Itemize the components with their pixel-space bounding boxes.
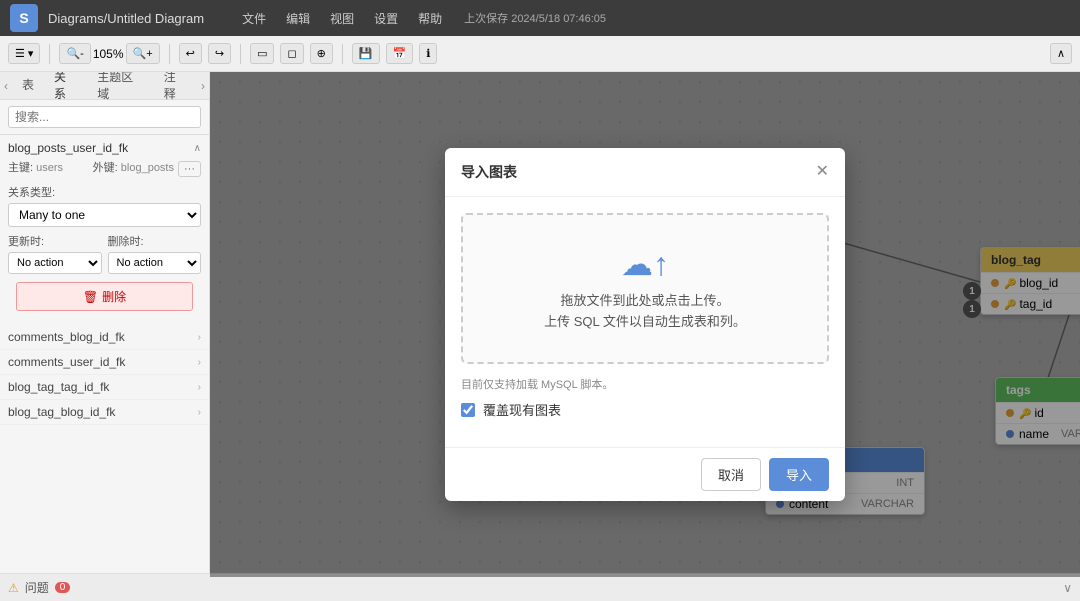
sidebar-search-container (0, 100, 209, 135)
chevron-down-icon-2: › (198, 382, 201, 393)
zoom-in-btn[interactable]: 🔍+ (126, 43, 160, 64)
upload-cloud-icon: ☁↑ (493, 245, 797, 283)
toolbar: ☰ ▾ 🔍- 105% 🔍+ ↩ ↪ ▭ ◻ ⊕ 💾 📅 ℹ ∧ (0, 36, 1080, 72)
fk-name: blog_posts_user_id_fk (8, 141, 128, 155)
fk-list-item-name-0: comments_blog_id_fk (8, 330, 125, 344)
overwrite-label: 覆盖现有图表 (483, 400, 561, 419)
fk-collapse-btn[interactable]: ∧ (194, 143, 201, 154)
fk-list-item-2[interactable]: blog_tag_tag_id_fk › (0, 375, 209, 400)
modal-body: ☁↑ 拖放文件到此处或点击上传。 上传 SQL 文件以自动生成表和列。 目前仅支… (445, 197, 845, 448)
main-layout: ‹ 表 关系 主题区域 注释 › blog_posts_user_id_fk ∧… (0, 72, 1080, 577)
update-label: 更新时: (8, 233, 102, 249)
fk-foreign-label: 外键: blog_posts (93, 159, 174, 175)
update-action-col: 更新时: No action (8, 233, 102, 274)
fk-keys-row: 主键: users 外键: blog_posts ··· (8, 159, 201, 178)
cancel-btn[interactable]: 取消 (701, 458, 761, 491)
import-modal: 导入图表 ✕ ☁↑ 拖放文件到此处或点击上传。 上传 SQL 文件以自动生成表和… (445, 148, 845, 502)
fk-list-item-3[interactable]: blog_tag_blog_id_fk › (0, 400, 209, 425)
bottom-expand-btn[interactable]: ∨ (1063, 581, 1072, 595)
separator-1 (49, 44, 50, 64)
menu-file[interactable]: 文件 (234, 8, 274, 29)
action-row: 更新时: No action 删除时: No action (8, 233, 201, 274)
app-logo: S (10, 4, 38, 32)
undo-btn[interactable]: ↩ (179, 43, 202, 64)
issue-count-badge: 0 (55, 582, 71, 593)
info-btn[interactable]: ℹ (419, 43, 437, 64)
zoom-control: 🔍- 105% 🔍+ (59, 43, 159, 64)
more-options-btn[interactable]: ··· (178, 161, 201, 177)
relation-type-label: 关系类型: (8, 184, 201, 200)
view-toggle-btn[interactable]: ☰ ▾ (8, 43, 40, 64)
fk-primary-label: 主键: users (8, 159, 63, 175)
add-btn[interactable]: ⊕ (310, 43, 333, 64)
modal-overlay: 导入图表 ✕ ☁↑ 拖放文件到此处或点击上传。 上传 SQL 文件以自动生成表和… (210, 72, 1080, 577)
sidebar-tabs: ‹ 表 关系 主题区域 注释 › (0, 72, 209, 100)
chevron-down-icon-3: › (198, 407, 201, 418)
canvas-area[interactable]: blog_posts 🔑id INT user_id INT title VAR… (210, 72, 1080, 577)
issue-label: 问题 (25, 579, 49, 596)
zoom-out-btn[interactable]: 🔍- (59, 43, 90, 64)
delete-action-col: 删除时: No action (108, 233, 202, 274)
upload-support-text: 目前仅支持加载 MySQL 脚本。 (461, 376, 829, 392)
fk-list-item-name-2: blog_tag_tag_id_fk (8, 380, 109, 394)
menu-edit[interactable]: 编辑 (278, 8, 318, 29)
fk-list: comments_blog_id_fk › comments_user_id_f… (0, 325, 209, 425)
bottom-bar: ⚠ 问题 0 ∨ (0, 573, 1080, 601)
separator-4 (342, 44, 343, 64)
upload-zone[interactable]: ☁↑ 拖放文件到此处或点击上传。 上传 SQL 文件以自动生成表和列。 (461, 213, 829, 365)
modal-footer: 取消 导入 (445, 447, 845, 501)
view-btn[interactable]: ◻ (280, 43, 303, 64)
import-btn[interactable]: 导入 (769, 458, 829, 491)
breadcrumb: Diagrams/Untitled Diagram (48, 11, 204, 26)
sidebar-arrow-left[interactable]: ‹ (0, 79, 12, 93)
search-input[interactable] (8, 106, 201, 128)
fk-list-item-0[interactable]: comments_blog_id_fk › (0, 325, 209, 350)
chevron-down-icon-1: › (198, 357, 201, 368)
trash-icon: 🗑 (83, 290, 98, 304)
overwrite-checkbox-row: 覆盖现有图表 (461, 400, 829, 419)
upload-text-line1: 拖放文件到此处或点击上传。 (493, 291, 797, 312)
menu-view[interactable]: 视图 (322, 8, 362, 29)
update-action-select[interactable]: No action (8, 252, 102, 274)
last-saved: 上次保存 2024/5/18 07:46:05 (464, 10, 606, 26)
modal-header: 导入图表 ✕ (445, 148, 845, 197)
delete-fk-btn[interactable]: 🗑 删除 (16, 282, 193, 311)
active-fk-section: blog_posts_user_id_fk ∧ 主键: users 外键: bl… (0, 135, 209, 325)
title-bar: S Diagrams/Untitled Diagram 文件 编辑 视图 设置 … (0, 0, 1080, 36)
table-btn[interactable]: ▭ (250, 43, 274, 64)
relation-type-select[interactable]: Many to one (8, 203, 201, 227)
sidebar: ‹ 表 关系 主题区域 注释 › blog_posts_user_id_fk ∧… (0, 72, 210, 577)
menu-help[interactable]: 帮助 (410, 8, 450, 29)
fk-title-row: blog_posts_user_id_fk ∧ (8, 141, 201, 155)
menu-settings[interactable]: 设置 (366, 8, 406, 29)
separator-2 (169, 44, 170, 64)
modal-title: 导入图表 (461, 162, 517, 182)
fk-list-item-name-1: comments_user_id_fk (8, 355, 125, 369)
tab-tables[interactable]: 表 (12, 72, 44, 99)
calendar-btn[interactable]: 📅 (386, 43, 414, 64)
delete-label-text: 删除 (102, 288, 126, 305)
warning-icon: ⚠ (8, 581, 19, 595)
modal-close-btn[interactable]: ✕ (816, 164, 829, 180)
delete-action-select[interactable]: No action (108, 252, 202, 274)
overwrite-checkbox[interactable] (461, 403, 475, 417)
fk-list-item-name-3: blog_tag_blog_id_fk (8, 405, 115, 419)
separator-3 (240, 44, 241, 64)
fk-list-item-1[interactable]: comments_user_id_fk › (0, 350, 209, 375)
delete-label: 删除时: (108, 233, 202, 249)
collapse-toolbar-btn[interactable]: ∧ (1050, 43, 1072, 64)
zoom-level: 105% (93, 47, 124, 61)
save-btn[interactable]: 💾 (352, 43, 380, 64)
redo-btn[interactable]: ↪ (208, 43, 231, 64)
upload-text-line2: 上传 SQL 文件以自动生成表和列。 (493, 312, 797, 333)
sidebar-arrow-right[interactable]: › (197, 79, 209, 93)
chevron-down-icon-0: › (198, 332, 201, 343)
menu-bar: 文件 编辑 视图 设置 帮助 上次保存 2024/5/18 07:46:05 (234, 8, 606, 29)
